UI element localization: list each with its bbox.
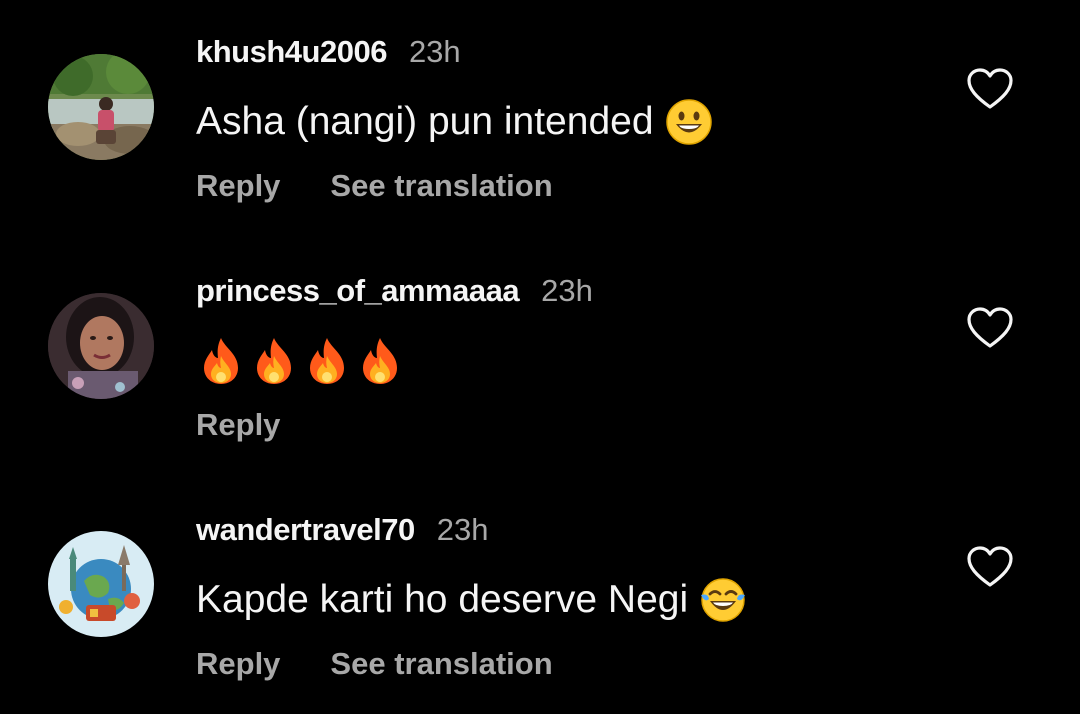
comment-text	[198, 334, 410, 388]
comment-actions: Reply See translation	[196, 642, 553, 686]
fire-emoji-icon	[251, 336, 297, 386]
selfie-photo-avatar-image	[48, 293, 154, 399]
username[interactable]: wandertravel70	[196, 512, 415, 548]
comment-header: wandertravel70 23h	[196, 512, 488, 556]
username[interactable]: princess_of_ammaaaa	[196, 273, 520, 309]
avatar[interactable]	[48, 531, 154, 637]
timestamp: 23h	[408, 34, 461, 69]
reply-button[interactable]: Reply	[196, 407, 280, 443]
fire-emoji-icon	[304, 336, 350, 386]
heart-outline-icon[interactable]	[966, 306, 1014, 350]
world-landmarks-avatar-image	[48, 531, 154, 637]
fire-emoji-icon	[357, 336, 403, 386]
heart-outline-icon[interactable]	[966, 67, 1014, 111]
comment-text-content: Asha (nangi) pun intended	[196, 100, 654, 143]
heart-outline-icon[interactable]	[966, 545, 1014, 589]
comment-header: khush4u2006 23h	[196, 34, 461, 78]
username[interactable]: khush4u2006	[196, 34, 387, 70]
comment-text: Kapde karti ho deserve Negi	[196, 575, 746, 625]
tears-of-joy-emoji-icon	[700, 577, 746, 623]
avatar[interactable]	[48, 293, 154, 399]
comment-actions: Reply	[196, 403, 280, 447]
fire-emoji-icon	[198, 336, 244, 386]
see-translation-button[interactable]: See translation	[330, 168, 552, 204]
comment-actions: Reply See translation	[196, 164, 553, 208]
comment-text: Asha (nangi) pun intended	[196, 97, 712, 147]
timestamp: 23h	[436, 512, 489, 547]
nature-photo-avatar-image	[48, 54, 154, 160]
reply-button[interactable]: Reply	[196, 646, 280, 682]
grinning-face-emoji-icon	[665, 99, 712, 145]
comment-header: princess_of_ammaaaa 23h	[196, 273, 593, 317]
reply-button[interactable]: Reply	[196, 168, 280, 204]
see-translation-button[interactable]: See translation	[330, 646, 552, 682]
timestamp: 23h	[541, 273, 593, 308]
comment-text-content: Kapde karti ho deserve Negi	[196, 578, 689, 621]
avatar[interactable]	[48, 54, 154, 160]
